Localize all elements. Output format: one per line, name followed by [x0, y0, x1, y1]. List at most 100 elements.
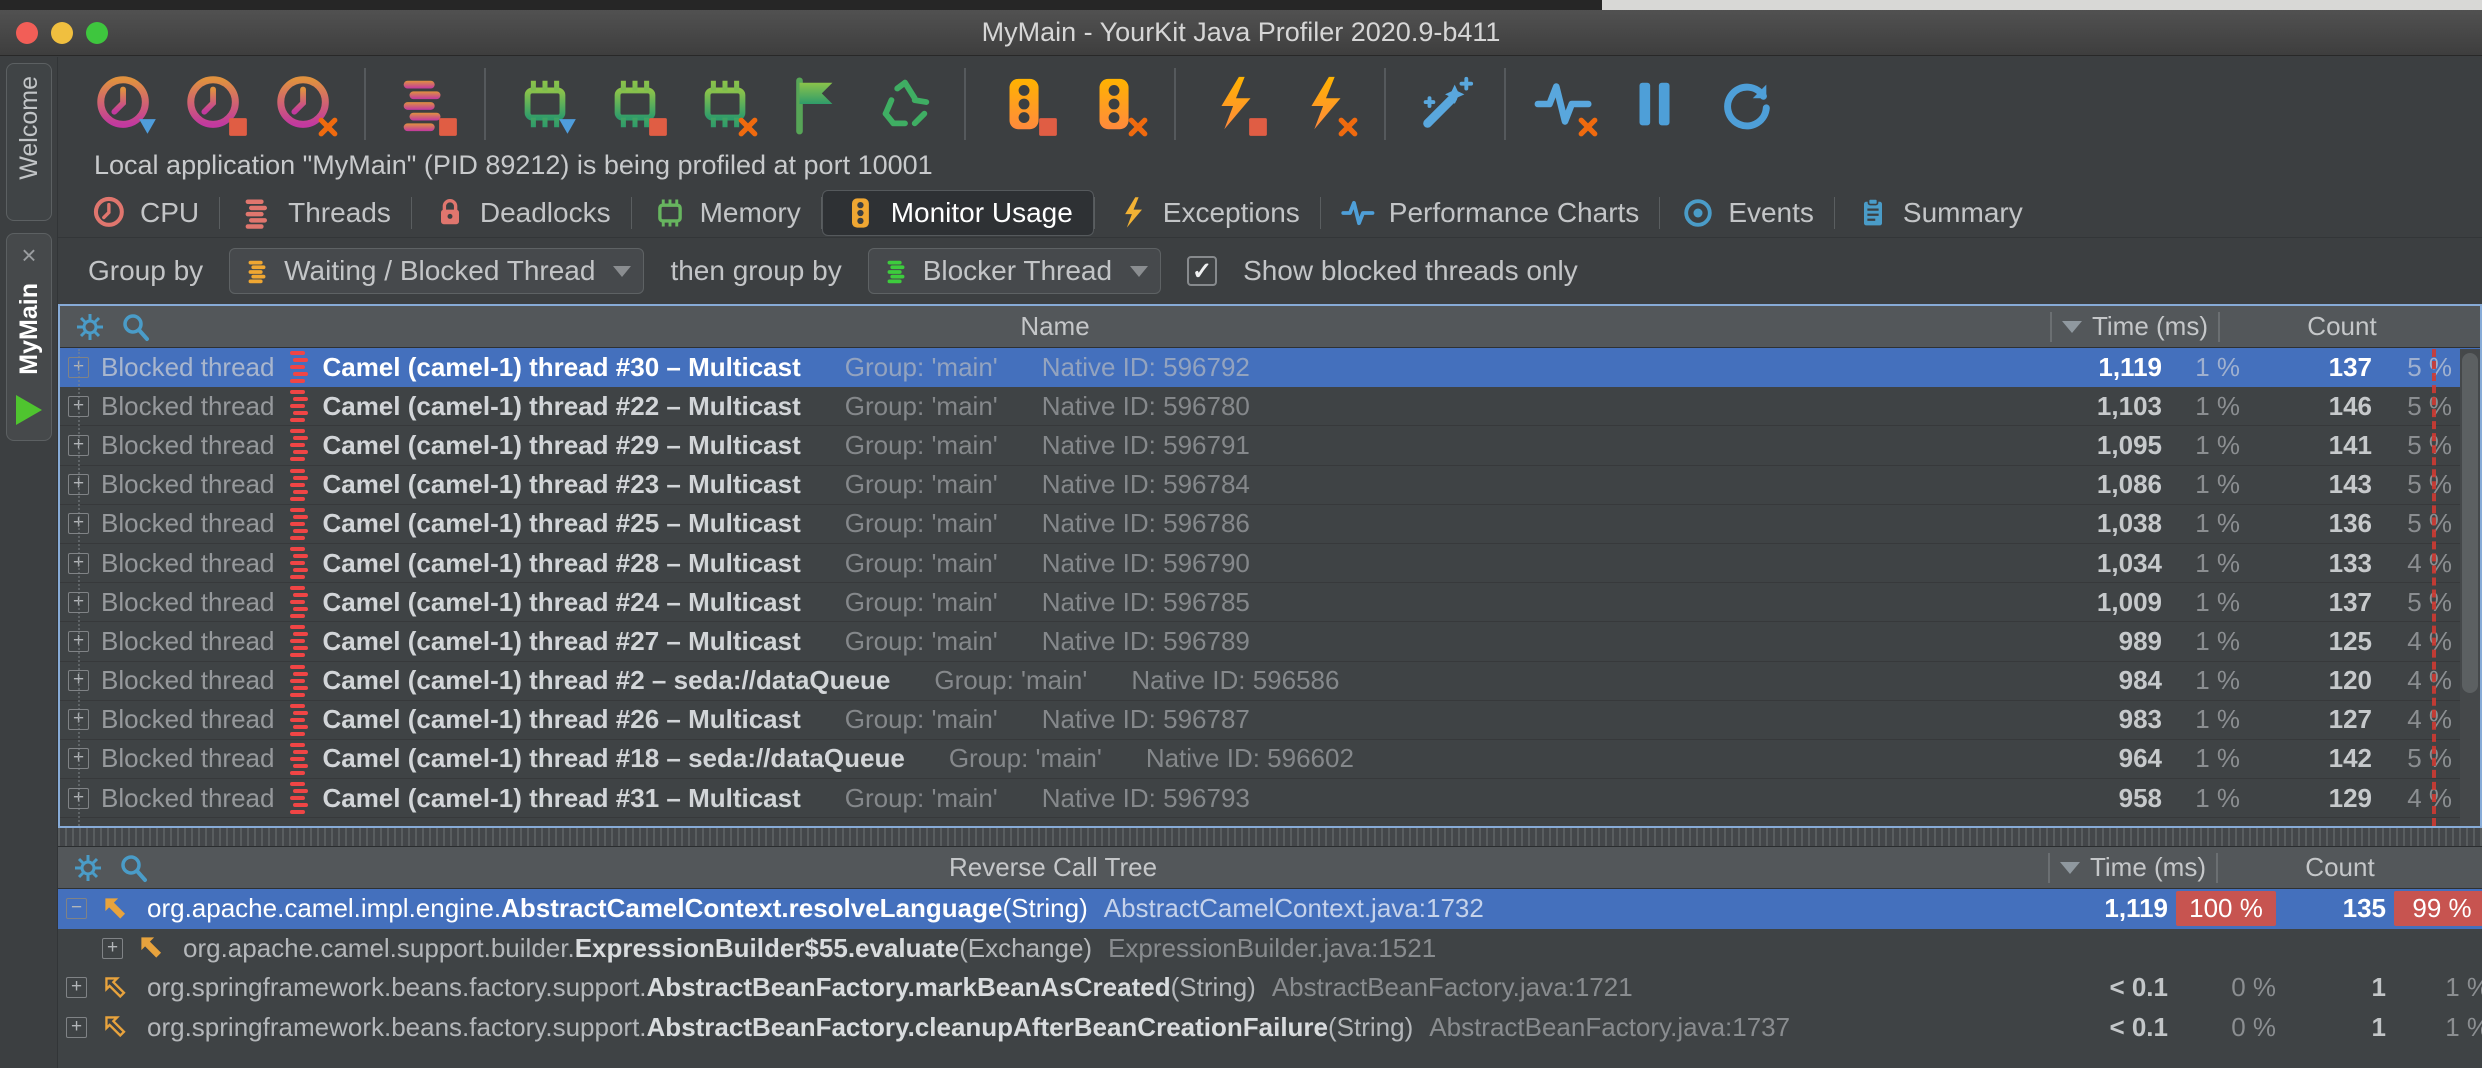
name-column-header[interactable]: Name: [60, 311, 2050, 342]
thread-group: Group: 'main': [845, 704, 998, 735]
monitor-table-rows: + Blocked thread Camel (camel-1) thread …: [60, 348, 2480, 818]
group-by-dropdown[interactable]: Waiting / Blocked Thread: [229, 248, 644, 294]
then-group-by-dropdown[interactable]: Blocker Thread: [868, 248, 1161, 294]
thread-group: Group: 'main': [845, 548, 998, 579]
monitor-table-scrollbar[interactable]: [2460, 349, 2480, 826]
count-column-header[interactable]: Count: [2218, 852, 2462, 883]
call-tree-row[interactable]: + org.apache.camel.support.builder.Expre…: [58, 929, 2482, 969]
time-value: < 0.1: [2048, 1012, 2168, 1043]
blocked-thread-icon: [290, 625, 308, 657]
call-tree-title[interactable]: Reverse Call Tree: [58, 852, 2048, 883]
row-values: 1,086 1 % 143 5 %: [2050, 466, 2464, 504]
telemetry-clear-icon[interactable]: [1534, 73, 1596, 135]
blocked-thread-row[interactable]: + Blocked thread Camel (camel-1) thread …: [60, 740, 2480, 779]
expand-icon[interactable]: −: [66, 898, 87, 919]
blocked-thread-row[interactable]: + Blocked thread Camel (camel-1) thread …: [60, 662, 2480, 701]
blocked-thread-row[interactable]: + Blocked thread Camel (camel-1) thread …: [60, 348, 2480, 387]
tab-label: Threads: [288, 197, 391, 229]
blocked-thread-icon: [290, 743, 308, 775]
chevron-down-icon: [1130, 266, 1148, 277]
cpu-profiling-start-icon[interactable]: [94, 73, 156, 135]
time-column-header[interactable]: Time (ms): [2052, 311, 2218, 342]
expand-icon[interactable]: +: [66, 977, 87, 998]
set-flag-icon[interactable]: [784, 73, 846, 135]
reverse-call-arrow-icon: [99, 892, 133, 926]
blocked-thread-row[interactable]: + Blocked thread Camel (camel-1) thread …: [60, 387, 2480, 426]
sidebar-tab-welcome[interactable]: Welcome: [6, 63, 52, 221]
count-percent: 5 %: [2372, 352, 2458, 383]
source-location: ExpressionBuilder.java:1521: [1108, 933, 1436, 963]
pause-icon[interactable]: [1624, 73, 1686, 135]
call-tree-row[interactable]: + org.springframework.beans.factory.supp…: [58, 968, 2482, 1008]
thread-name: Camel (camel-1) thread #27 – Multicast: [322, 626, 800, 657]
memory-snapshot-icon[interactable]: [514, 73, 576, 135]
blocked-thread-row[interactable]: + Blocked thread Camel (camel-1) thread …: [60, 466, 2480, 505]
yourkit-window: MyMain - YourKit Java Profiler 2020.9-b4…: [0, 0, 2482, 1068]
exception-profiling-stop-icon[interactable]: [1204, 73, 1266, 135]
memory-allocation-stop-icon[interactable]: [604, 73, 666, 135]
tab-exceptions[interactable]: Exceptions: [1095, 190, 1320, 236]
row-prefix: Blocked thread: [101, 469, 274, 500]
row-prefix: Blocked thread: [101, 626, 274, 657]
time-value: 983: [2050, 704, 2162, 735]
count-percent: 1 %: [2394, 1012, 2482, 1043]
zoom-window-button[interactable]: [86, 22, 108, 44]
thread-name: Camel (camel-1) thread #26 – Multicast: [322, 704, 800, 735]
window-titlebar[interactable]: MyMain - YourKit Java Profiler 2020.9-b4…: [0, 10, 2482, 56]
expand-icon[interactable]: +: [66, 1017, 87, 1038]
tab-summary[interactable]: Summary: [1835, 190, 2043, 236]
show-blocked-threads-checkbox[interactable]: ✓: [1187, 256, 1217, 286]
time-value: 1,095: [2050, 430, 2162, 461]
blocked-thread-icon: [290, 429, 308, 461]
sidebar-tab-mymain[interactable]: × MyMain: [6, 233, 52, 441]
exception-profiling-clear-icon[interactable]: [1294, 73, 1356, 135]
force-gc-icon[interactable]: [874, 73, 936, 135]
monitor-profiling-stop-icon[interactable]: [994, 73, 1056, 135]
tab-monitor-usage[interactable]: Monitor Usage: [822, 190, 1094, 236]
tab-deadlocks[interactable]: Deadlocks: [412, 190, 631, 236]
tab-performance-charts[interactable]: Performance Charts: [1321, 190, 1660, 236]
row-values: 984 1 % 120 4 %: [2050, 662, 2464, 700]
scrollbar-thumb[interactable]: [2462, 353, 2478, 693]
blocked-thread-row[interactable]: + Blocked thread Camel (camel-1) thread …: [60, 426, 2480, 465]
reverse-call-tree-panel: Reverse Call Tree Time (ms) Count − org.…: [58, 846, 2482, 1068]
tab-threads[interactable]: Threads: [220, 190, 411, 236]
close-session-icon[interactable]: ×: [21, 234, 36, 271]
traffic-lights: [16, 22, 108, 44]
monitor-profiling-clear-icon[interactable]: [1084, 73, 1146, 135]
refresh-icon[interactable]: [1714, 73, 1776, 135]
time-value: 984: [2050, 665, 2162, 696]
blocked-thread-row[interactable]: + Blocked thread Camel (camel-1) thread …: [60, 622, 2480, 661]
time-column-header[interactable]: Time (ms): [2050, 852, 2216, 883]
tab-events[interactable]: Events: [1660, 190, 1834, 236]
thread-telemetry-stop-icon[interactable]: [394, 73, 456, 135]
count-value: 129: [2254, 783, 2372, 814]
profiling-status-text: Local application "MyMain" (PID 89212) i…: [94, 150, 933, 181]
blocked-thread-row[interactable]: + Blocked thread Camel (camel-1) thread …: [60, 544, 2480, 583]
desktop-background-sliver: [0, 0, 2482, 10]
thread-name: Camel (camel-1) thread #24 – Multicast: [322, 587, 800, 618]
thread-native-id: Native ID: 596790: [1042, 548, 1250, 579]
cpu-profiling-stop-icon[interactable]: [184, 73, 246, 135]
call-tree-header: Reverse Call Tree Time (ms) Count: [58, 847, 2482, 889]
memory-allocation-clear-icon[interactable]: [694, 73, 756, 135]
call-tree-row[interactable]: − org.apache.camel.impl.engine.AbstractC…: [58, 889, 2482, 929]
inspections-wand-icon[interactable]: [1414, 73, 1476, 135]
tab-cpu[interactable]: CPU: [72, 190, 219, 236]
call-tree-rows: − org.apache.camel.impl.engine.AbstractC…: [58, 889, 2482, 1047]
blocked-thread-row[interactable]: + Blocked thread Camel (camel-1) thread …: [60, 583, 2480, 622]
count-value: 135: [2276, 893, 2386, 924]
time-percent: 0 %: [2176, 1012, 2276, 1043]
call-tree-row[interactable]: + org.springframework.beans.factory.supp…: [58, 1008, 2482, 1048]
minimize-window-button[interactable]: [51, 22, 73, 44]
panel-splitter-handle[interactable]: [58, 828, 2482, 846]
tab-memory[interactable]: Memory: [632, 190, 821, 236]
cpu-profiling-clear-icon[interactable]: [274, 73, 336, 135]
row-values: < 0.10 % 11 %: [2048, 1008, 2482, 1048]
expand-icon[interactable]: +: [102, 938, 123, 959]
blocked-thread-row[interactable]: + Blocked thread Camel (camel-1) thread …: [60, 505, 2480, 544]
blocked-thread-row[interactable]: + Blocked thread Camel (camel-1) thread …: [60, 701, 2480, 740]
blocked-thread-row[interactable]: + Blocked thread Camel (camel-1) thread …: [60, 779, 2480, 818]
close-window-button[interactable]: [16, 22, 38, 44]
count-column-header[interactable]: Count: [2220, 311, 2464, 342]
